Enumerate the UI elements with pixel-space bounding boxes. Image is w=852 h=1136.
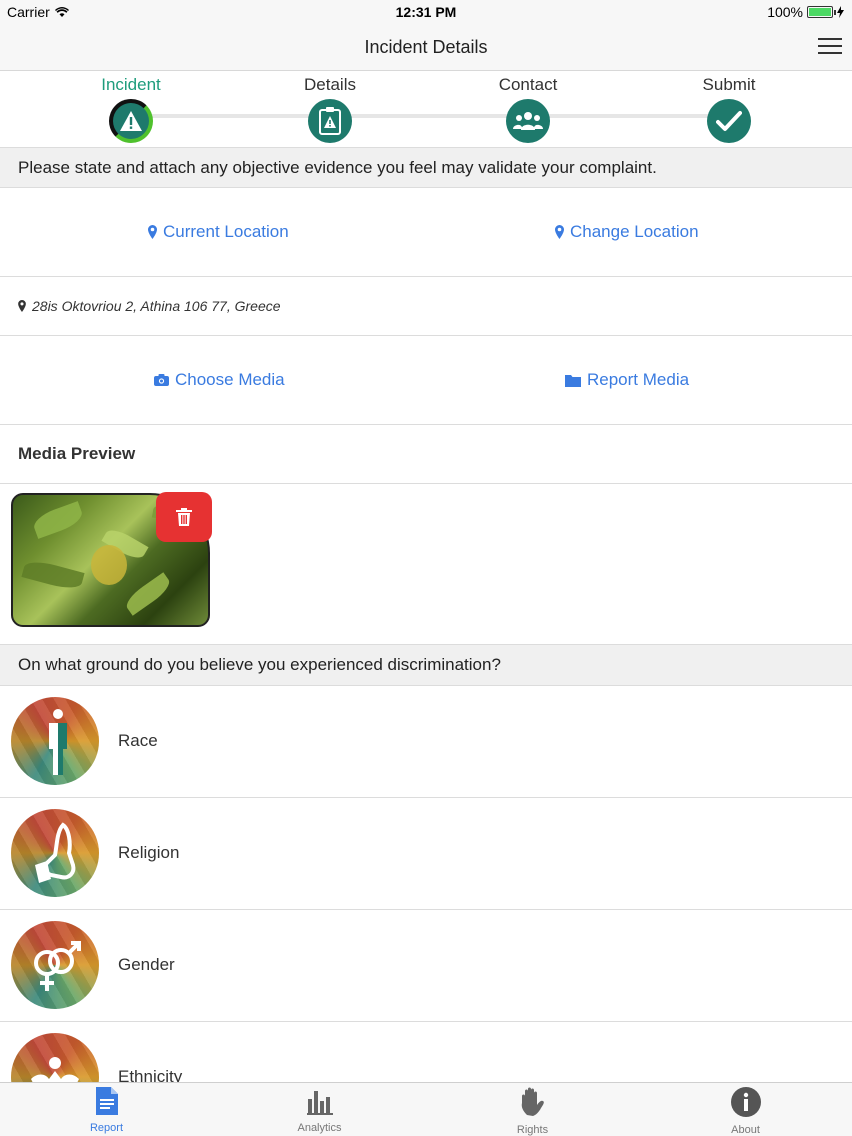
menu-line: [818, 52, 842, 54]
ground-label: Race: [118, 731, 158, 750]
step-contact[interactable]: Contact: [458, 75, 598, 143]
users-icon: [506, 99, 550, 143]
tab-label: About: [731, 1124, 760, 1136]
battery-percent: 100%: [767, 4, 803, 20]
progress-stepper: Incident Details Contact Submit: [0, 71, 852, 148]
tab-report[interactable]: Report: [0, 1083, 213, 1136]
map-marker-icon: [148, 225, 157, 239]
race-icon: [11, 697, 99, 785]
clock: 12:31 PM: [395, 4, 457, 20]
evidence-prompt: Please state and attach any objective ev…: [0, 147, 852, 188]
battery-info: 100%: [767, 4, 844, 20]
report-media-label: Report Media: [587, 370, 690, 389]
step-incident[interactable]: Incident: [61, 75, 201, 143]
tab-label: Rights: [516, 1124, 549, 1136]
current-location-button[interactable]: Current Location: [148, 222, 289, 242]
hand-icon: [521, 1087, 544, 1116]
ground-label: Gender: [118, 955, 175, 974]
ground-label: Ethnicity: [118, 1067, 183, 1082]
menu-line: [818, 45, 842, 47]
tab-label: Report: [89, 1122, 124, 1134]
trash-icon: [176, 508, 192, 526]
battery-icon: [807, 6, 836, 18]
menu-line: [818, 38, 842, 40]
tab-bar: Report Analytics Rights About: [0, 1082, 852, 1136]
grounds-question: On what ground do you believe you experi…: [0, 644, 852, 686]
gender-icon: [11, 921, 99, 1009]
change-location-button[interactable]: Change Location: [555, 222, 699, 242]
step-label: Details: [304, 75, 356, 94]
info-icon: [730, 1087, 761, 1117]
ground-religion-row[interactable]: Religion: [0, 798, 852, 910]
stepper-track: [130, 114, 730, 118]
delete-media-button[interactable]: [156, 492, 212, 542]
step-label: Incident: [101, 75, 161, 94]
media-preview-title: Media Preview: [0, 425, 852, 484]
address-text: 28is Oktovriou 2, Athina 106 77, Greece: [32, 298, 281, 314]
page-title: Incident Details: [364, 37, 488, 57]
tab-analytics[interactable]: Analytics: [213, 1083, 426, 1136]
clipboard-warning-icon: [308, 99, 352, 143]
charging-icon: [837, 6, 844, 18]
step-submit[interactable]: Submit: [659, 75, 799, 143]
tab-about[interactable]: About: [639, 1083, 852, 1136]
media-actions: Choose Media Report Media: [0, 336, 852, 425]
map-marker-icon: [555, 225, 564, 239]
tab-rights[interactable]: Rights: [426, 1083, 639, 1136]
choose-media-button[interactable]: Choose Media: [154, 370, 285, 390]
address: 28is Oktovriou 2, Athina 106 77, Greece: [18, 277, 281, 335]
ground-race-row[interactable]: Race: [0, 686, 852, 798]
checkmark-icon: [707, 99, 751, 143]
document-icon: [95, 1087, 118, 1115]
location-actions: Current Location Change Location: [0, 188, 852, 277]
folder-icon: [565, 374, 581, 387]
step-label: Contact: [498, 75, 558, 94]
step-details[interactable]: Details: [260, 75, 400, 143]
report-media-button[interactable]: Report Media: [565, 370, 689, 390]
change-location-label: Change Location: [570, 222, 699, 241]
status-bar: Carrier 12:31 PM 100%: [0, 0, 852, 24]
religion-icon: [11, 809, 99, 897]
choose-media-label: Choose Media: [175, 370, 285, 389]
ground-ethnicity-row[interactable]: Ethnicity: [0, 1022, 852, 1082]
hamburger-menu-button[interactable]: [818, 38, 842, 56]
address-row: 28is Oktovriou 2, Athina 106 77, Greece: [0, 277, 852, 336]
ground-label: Religion: [118, 843, 180, 862]
tab-label: Analytics: [297, 1122, 342, 1134]
map-marker-icon: [18, 300, 26, 312]
ground-gender-row[interactable]: Gender: [0, 910, 852, 1022]
bar-chart-icon: [306, 1091, 333, 1115]
ethnicity-icon: [11, 1033, 99, 1082]
navigation-bar: Incident Details: [0, 24, 852, 71]
camera-icon: [154, 374, 169, 386]
warning-icon: [109, 99, 153, 143]
current-location-label: Current Location: [163, 222, 289, 241]
step-label: Submit: [702, 75, 756, 94]
